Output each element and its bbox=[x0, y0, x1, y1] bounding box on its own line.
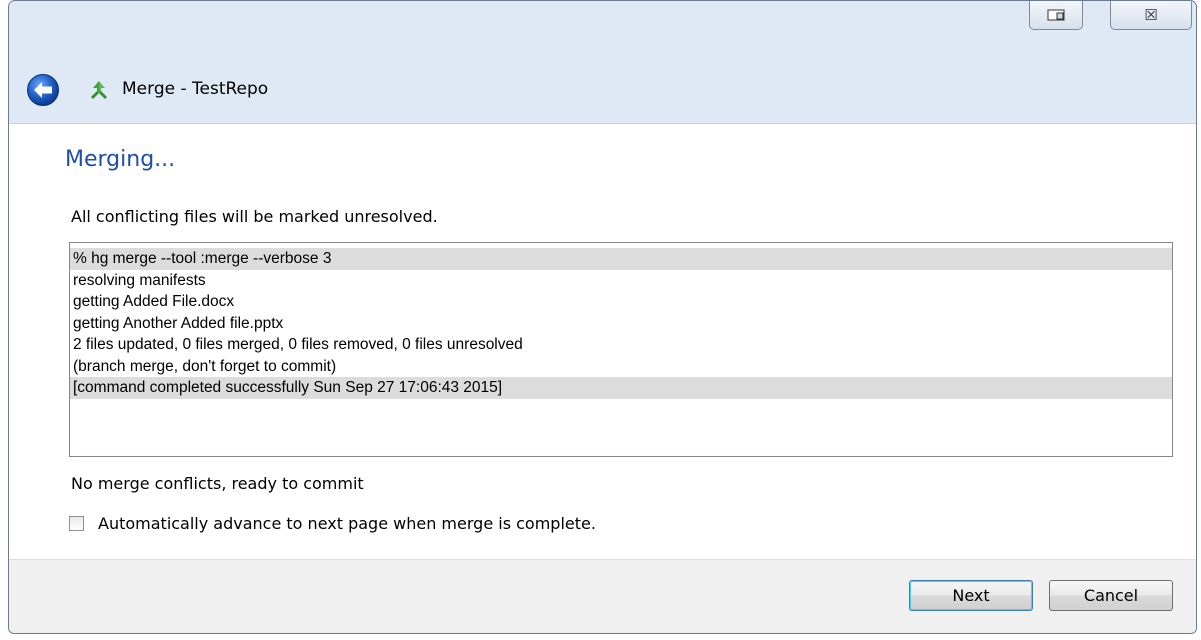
auto-advance-label[interactable]: Automatically advance to next page when … bbox=[98, 514, 596, 533]
log-line: getting Another Added file.pptx bbox=[73, 314, 284, 332]
next-button[interactable]: Next bbox=[909, 580, 1033, 611]
log-line: [command completed successfully Sun Sep … bbox=[70, 377, 1172, 399]
button-bar: Next Cancel bbox=[9, 559, 1196, 633]
log-line: % hg merge --tool :merge --verbose 3 bbox=[70, 248, 1172, 270]
log-line: resolving manifests bbox=[73, 271, 206, 289]
page-heading: Merging... bbox=[65, 147, 176, 172]
close-button[interactable]: ☒ bbox=[1110, 1, 1192, 30]
wizard-page: Merging... All conflicting files will be… bbox=[9, 123, 1196, 560]
restore-button[interactable] bbox=[1029, 1, 1083, 30]
log-line: (branch merge, don't forget to commit) bbox=[73, 357, 337, 375]
window-title: Merge - TestRepo bbox=[122, 79, 269, 99]
page-description: All conflicting files will be marked unr… bbox=[71, 207, 438, 226]
close-icon: ☒ bbox=[1144, 5, 1158, 24]
merge-dialog-window: ☒ Merge - TestRepo Merging... All confli… bbox=[8, 0, 1197, 634]
cancel-button[interactable]: Cancel bbox=[1049, 580, 1173, 611]
auto-advance-option[interactable]: Automatically advance to next page when … bbox=[69, 514, 596, 533]
log-line: getting Added File.docx bbox=[73, 293, 235, 310]
restore-icon bbox=[1047, 9, 1065, 20]
log-line: 2 files updated, 0 files merged, 0 files… bbox=[73, 336, 523, 353]
merge-icon bbox=[91, 81, 107, 99]
title-bar: ☒ Merge - TestRepo bbox=[9, 1, 1196, 123]
merge-output-log[interactable]: % hg merge --tool :merge --verbose 3 reso… bbox=[69, 242, 1173, 457]
auto-advance-checkbox[interactable] bbox=[69, 516, 84, 531]
back-arrow-icon[interactable] bbox=[26, 73, 60, 107]
merge-status-text: No merge conflicts, ready to commit bbox=[71, 474, 364, 493]
